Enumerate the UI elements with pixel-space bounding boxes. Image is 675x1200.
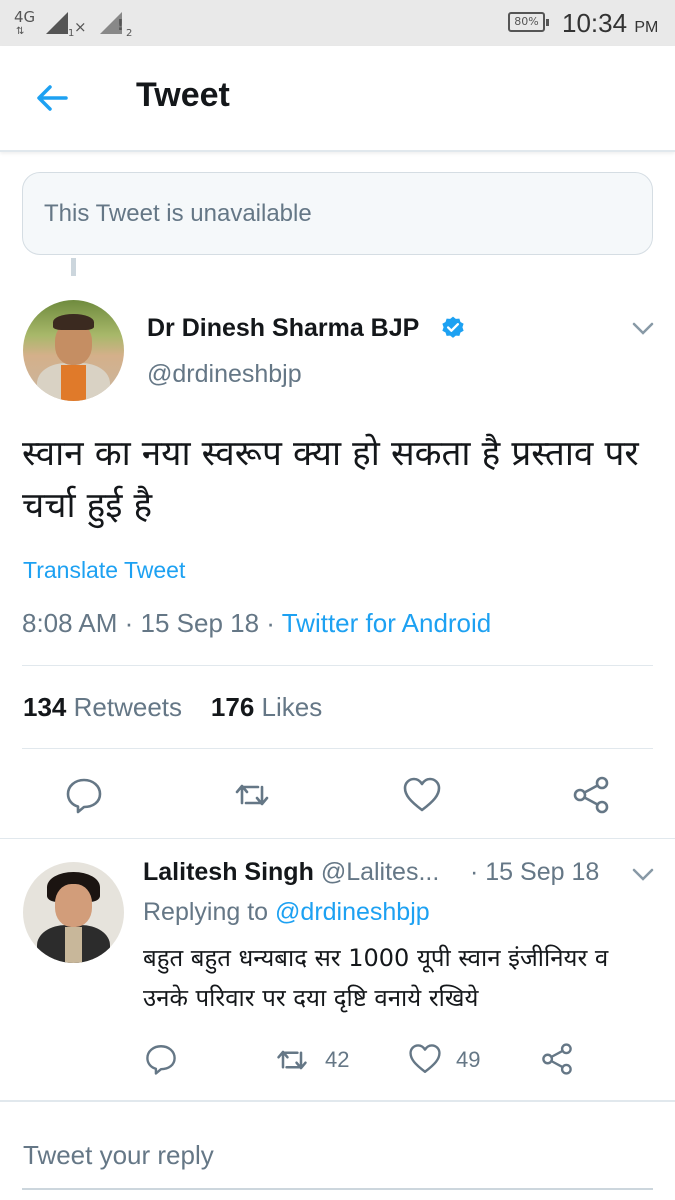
divider [0,1100,675,1102]
retweet-icon[interactable] [232,775,272,815]
avatar[interactable] [23,300,124,401]
battery-icon: 80% [508,12,549,32]
verified-badge-icon [442,316,464,338]
retweets-label[interactable]: Retweets [74,692,182,722]
page-title: Tweet [136,76,230,114]
reply-date-value: 15 Sep 18 [485,858,600,886]
back-arrow-icon[interactable] [32,78,72,118]
data-arrows-icon: ⇅ [16,26,25,37]
unavailable-text: This Tweet is unavailable [44,200,312,227]
tweet-stats: 134 Retweets 176 Likes [23,692,322,723]
retweet-icon[interactable] [274,1042,310,1078]
share-icon[interactable] [571,775,611,815]
signal-icon [46,12,68,34]
reply-date: · 15 Sep 18 [470,858,600,886]
replying-to-prefix: Replying to [143,898,269,926]
replying-to-handle[interactable]: @drdineshbjp [275,898,430,926]
retweet-count[interactable]: 134 [23,692,66,722]
clock-ampm: PM [634,19,659,36]
sim2-label: 2 [126,28,133,39]
like-heart-icon[interactable] [402,775,442,815]
reply-retweet-count[interactable]: 42 [325,1047,349,1073]
reply-icon[interactable] [64,775,104,815]
reply-author-name[interactable]: Lalitesh Singh [143,858,314,886]
reply-icon[interactable] [144,1042,178,1076]
share-icon[interactable] [540,1042,574,1076]
reply-header: Lalitesh Singh @Lalites... [143,858,439,887]
tweet-source-link[interactable]: Twitter for Android [282,608,492,638]
author-handle[interactable]: @drdineshbjp [147,360,302,389]
no-signal-x-icon: × [74,18,87,36]
chevron-down-icon[interactable] [632,322,654,336]
reply-author-handle[interactable]: @Lalites... [321,858,439,886]
replying-to: Replying to @drdineshbjp [143,898,430,927]
chevron-down-icon[interactable] [632,868,654,882]
status-bar: 4G ⇅ 1 × ! 2 80% 10:34 PM [0,0,675,46]
clock: 10:34 PM [562,8,658,39]
app-header: Tweet [0,46,675,152]
author-name[interactable]: Dr Dinesh Sharma BJP [147,314,419,343]
likes-label[interactable]: Likes [262,692,323,722]
divider [22,748,653,749]
reply-avatar[interactable] [23,862,124,963]
reply-like-count[interactable]: 49 [456,1047,480,1073]
like-count[interactable]: 176 [211,692,254,722]
tweet-time: 8:08 AM [22,608,118,638]
reply-text: बहुत बहुत धन्यबाद सर 1000 यूपी स्वान इंज… [143,944,609,1012]
like-heart-icon[interactable] [408,1042,442,1076]
network-type: 4G [14,8,36,26]
input-underline [22,1188,653,1190]
translate-tweet-link[interactable]: Translate Tweet [23,557,185,584]
thread-connector [71,258,76,276]
divider [22,665,653,666]
tweet-text: स्वान का नया स्वरूप क्या हो सकता है प्रस… [22,434,639,526]
unavailable-tweet-notice: This Tweet is unavailable [22,172,653,255]
no-signal-excl-icon: ! [117,16,124,34]
tweet-reply-input[interactable]: Tweet your reply [23,1140,214,1171]
tweet-date: 15 Sep 18 [140,608,260,638]
clock-time: 10:34 [562,8,628,38]
tweet-meta: 8:08 AM · 15 Sep 18 · Twitter for Androi… [22,608,492,638]
divider [0,838,675,839]
